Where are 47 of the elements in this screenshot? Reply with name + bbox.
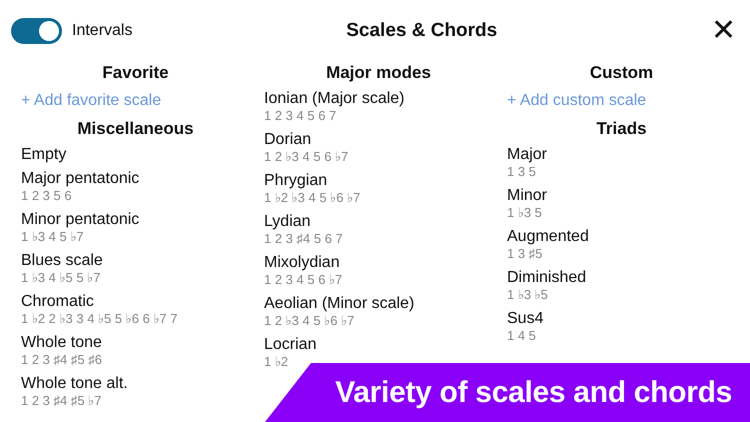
scale-intervals: 1 ♭3 4 ♭5 5 ♭7 [21,270,102,286]
section-heading: Custom [588,62,654,84]
scale-name[interactable]: Diminished [507,268,750,287]
dialog-title: Scales & Chords [346,18,498,43]
section-heading: Triads [595,118,648,140]
scale-intervals: 1 ♭3 4 5 ♭7 [21,229,85,245]
scale-intervals: 1 2 ♭3 4 5 6 ♭7 [264,149,350,165]
scale-intervals: 1 2 3 ♯4 ♯5 ♯6 [21,352,103,368]
scale-name[interactable]: Mixolydian [264,253,507,272]
scale-intervals: 1 2 3 4 5 6 7 [264,108,338,124]
intervals-toggle[interactable] [11,18,62,44]
scale-intervals: 1 2 3 5 6 [21,188,73,204]
scale-intervals: 1 2 3 4 5 6 ♭7 [264,272,344,288]
scale-name[interactable]: Phrygian [264,171,507,190]
scale-name[interactable]: Locrian [264,335,507,354]
scale-name[interactable]: Ionian (Major scale) [264,89,507,108]
scale-name[interactable]: Empty [21,145,264,164]
scale-name[interactable]: Major [507,145,750,164]
toggle-label: Intervals [72,21,132,41]
scale-name[interactable]: Chromatic [21,292,264,311]
banner-text: Variety of scales and chords [335,375,732,411]
scale-intervals: 1 4 5 [507,328,537,344]
scale-intervals: 1 3 ♯5 [507,246,544,262]
scale-intervals: 1 ♭3 ♭5 [507,287,549,303]
scale-name[interactable]: Augmented [507,227,750,246]
scale-name[interactable]: Whole tone alt. [21,374,264,393]
close-button[interactable]: ✕ [711,16,736,46]
scale-intervals: 1 ♭2 ♭3 4 5 ♭6 ♭7 [264,190,362,206]
scale-name[interactable]: Sus4 [507,309,750,328]
scale-name[interactable]: Major pentatonic [21,169,264,188]
scale-intervals: 1 3 5 [507,164,537,180]
scale-intervals: 1 2 3 ♯4 5 6 7 [264,231,344,247]
scale-intervals: 1 ♭2 [264,354,290,370]
scale-intervals: 1 2 ♭3 4 5 ♭6 ♭7 [264,313,356,329]
scale-name[interactable]: Lydian [264,212,507,231]
scale-intervals: 1 ♭3 5 [507,205,543,221]
section-heading: Major modes [325,62,432,84]
scale-name[interactable]: Whole tone [21,333,264,352]
scale-name[interactable]: Blues scale [21,251,264,270]
scale-intervals: 1 ♭2 2 ♭3 3 4 ♭5 5 ♭6 6 ♭7 7 [21,311,178,327]
scale-name[interactable]: Aeolian (Minor scale) [264,294,507,313]
section-heading: Miscellaneous [76,118,195,140]
section-heading: Favorite [101,62,170,84]
scale-name[interactable]: Minor [507,186,750,205]
scale-name[interactable]: Dorian [264,130,507,149]
scale-name[interactable]: Minor pentatonic [21,210,264,229]
scale-intervals: 1 2 3 ♯4 ♯5 ♭7 [21,393,102,409]
